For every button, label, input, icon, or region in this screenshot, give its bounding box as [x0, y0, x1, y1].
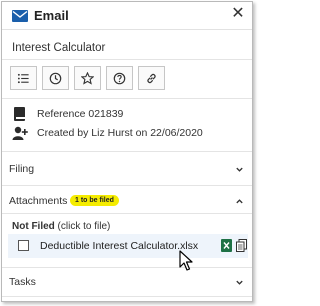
not-filed-label[interactable]: Not Filed (click to file)	[12, 221, 110, 232]
section-attachments-label: Attachments	[9, 195, 68, 207]
divider	[2, 185, 252, 186]
email-subject: Interest Calculator	[12, 42, 106, 54]
not-filed-title: Not Filed	[12, 221, 55, 232]
status-badge: 1 to be filed	[70, 195, 119, 206]
link-icon	[147, 73, 156, 83]
history-button[interactable]	[42, 66, 69, 90]
divider	[2, 59, 252, 60]
action-toolbar	[10, 66, 165, 90]
attachment-checkbox[interactable]	[18, 240, 29, 251]
section-tasks[interactable]: Tasks	[2, 268, 252, 296]
add-user-icon	[12, 126, 28, 140]
help-icon	[113, 72, 126, 84]
chevron-down-icon	[236, 167, 243, 172]
not-filed-hint: (click to file)	[54, 221, 111, 232]
section-filing[interactable]: Filing	[2, 155, 252, 183]
section-attachments[interactable]: Attachments 1 to be filed	[2, 187, 252, 215]
clock-icon	[49, 72, 62, 84]
details-button[interactable]	[10, 66, 37, 90]
created-text: Created by Liz Hurst on 22/06/2020	[37, 127, 203, 139]
book-icon	[14, 107, 25, 121]
list-icon	[17, 73, 29, 83]
divider	[2, 98, 252, 99]
panel-header: Email ✕	[2, 2, 252, 30]
reference-row: Reference 021839	[12, 106, 123, 122]
attachment-row[interactable]: Deductible Interest Calculator.xlsx	[8, 234, 248, 258]
email-panel: Email ✕ Interest Calculator Reference 02…	[1, 1, 253, 302]
reference-text: Reference 021839	[37, 108, 124, 120]
chevron-down-icon	[236, 280, 243, 285]
close-icon[interactable]: ✕	[230, 6, 246, 22]
mouse-cursor-icon	[179, 250, 193, 271]
chevron-up-icon	[236, 198, 243, 203]
section-filing-label: Filing	[9, 163, 35, 175]
created-row: Created by Liz Hurst on 22/06/2020	[12, 125, 203, 141]
mail-icon	[12, 10, 28, 22]
panel-title: Email	[34, 8, 69, 23]
divider	[2, 296, 252, 297]
copy-icon[interactable]	[236, 239, 247, 252]
divider	[2, 151, 252, 152]
excel-file-icon[interactable]	[221, 239, 232, 252]
star-icon	[81, 71, 94, 85]
attachment-filename[interactable]: Deductible Interest Calculator.xlsx	[40, 240, 198, 252]
section-tasks-label: Tasks	[9, 276, 36, 288]
link-button[interactable]	[138, 66, 165, 90]
help-button[interactable]	[106, 66, 133, 90]
divider	[2, 213, 252, 214]
favourite-button[interactable]	[74, 66, 101, 90]
